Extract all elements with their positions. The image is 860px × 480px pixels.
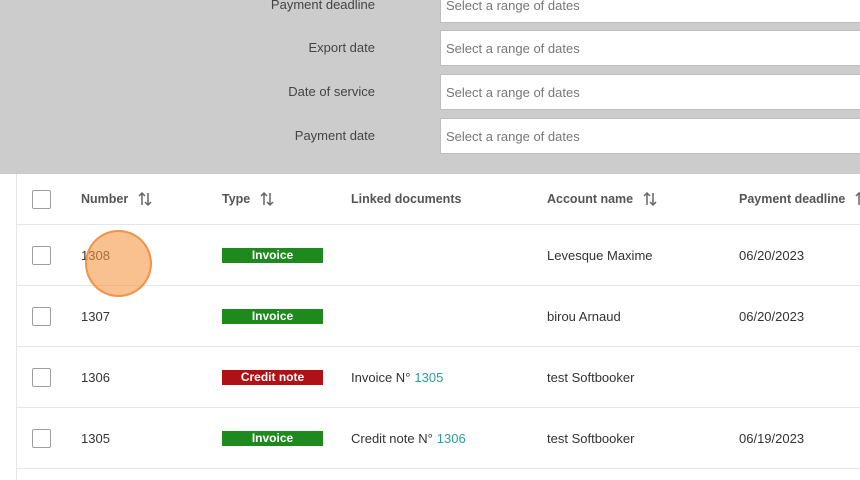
payment-deadline: 06/20/2023 — [739, 308, 805, 324]
column-header-account-label: Account name — [547, 192, 634, 206]
filter-row-payment-deadline: Payment deadline — [0, 0, 860, 23]
column-header-number[interactable]: Number — [81, 174, 152, 224]
date-of-service-range-input[interactable] — [440, 74, 860, 110]
payment-deadline: 06/20/2023 — [739, 247, 805, 263]
select-all-checkbox[interactable] — [32, 190, 51, 209]
column-header-type-label: Type — [222, 192, 251, 206]
table-row[interactable]: 1308 Invoice Levesque Maxime 06/20/2023 — [17, 225, 860, 286]
account-name: Levesque Maxime — [547, 247, 653, 263]
table-row[interactable]: 1307 Invoice birou Arnaud 06/20/2023 — [17, 286, 860, 347]
sort-arrows-icon[interactable] — [138, 191, 152, 207]
column-header-payment-deadline[interactable]: Payment deadline — [739, 174, 860, 224]
account-name: test Softbooker — [547, 369, 635, 385]
row-checkbox[interactable] — [32, 368, 51, 387]
linked-document-prefix: Credit note N° — [351, 430, 433, 446]
export-date-range-input[interactable] — [440, 30, 860, 66]
column-header-deadline-label: Payment deadline — [739, 192, 846, 206]
column-header-linked-documents: Linked documents — [351, 174, 461, 224]
row-checkbox[interactable] — [32, 429, 51, 448]
account-name: test Softbooker — [547, 430, 635, 446]
invoices-table: Number Type Linked documents Account nam… — [16, 174, 860, 480]
invoice-number: 1306 — [81, 369, 110, 385]
column-header-number-label: Number — [81, 192, 129, 206]
sort-arrows-icon[interactable] — [260, 191, 274, 207]
type-badge: Invoice — [222, 430, 323, 446]
filter-row-export-date: Export date — [0, 30, 860, 66]
sort-arrows-icon[interactable] — [643, 191, 657, 207]
payment-deadline: 06/19/2023 — [739, 430, 805, 446]
filter-label-payment-date: Payment date — [294, 128, 375, 143]
linked-document-link[interactable]: 1306 — [437, 431, 466, 446]
column-header-type[interactable]: Type — [222, 174, 274, 224]
invoice-number: 1305 — [81, 430, 110, 446]
filter-label-date-of-service: Date of service — [288, 84, 375, 99]
payment-date-range-input[interactable] — [440, 118, 860, 154]
filter-label-payment-deadline: Payment deadline — [270, 0, 375, 12]
type-cell: Invoice — [222, 408, 323, 468]
type-badge: Invoice — [222, 247, 323, 263]
type-badge: Credit note — [222, 369, 323, 385]
table-header-row: Number Type Linked documents Account nam… — [17, 174, 860, 225]
type-cell: Invoice — [222, 225, 323, 285]
linked-documents: Credit note N° 1306 — [351, 408, 466, 468]
type-cell: Invoice — [222, 286, 323, 346]
linked-document-prefix: Invoice N° — [351, 369, 411, 385]
invoice-number: 1307 — [81, 308, 110, 324]
invoice-number: 1308 — [81, 247, 110, 263]
type-badge: Invoice — [222, 308, 323, 324]
row-checkbox[interactable] — [32, 246, 51, 265]
table-row[interactable]: 1306 Credit note Invoice N° 1305 test So… — [17, 347, 860, 408]
account-name: birou Arnaud — [547, 308, 621, 324]
type-cell: Credit note — [222, 347, 323, 407]
sort-arrows-icon[interactable] — [855, 191, 860, 207]
filter-row-date-of-service: Date of service — [0, 74, 860, 110]
row-checkbox[interactable] — [32, 307, 51, 326]
filter-row-payment-date: Payment date — [0, 118, 860, 154]
table-row[interactable]: 1305 Invoice Credit note N° 1306 test So… — [17, 408, 860, 469]
payment-deadline-date-range-input[interactable] — [440, 0, 860, 23]
filter-label-export-date: Export date — [308, 40, 376, 55]
linked-document-link[interactable]: 1305 — [414, 370, 443, 385]
column-header-account-name[interactable]: Account name — [547, 174, 657, 224]
linked-documents: Invoice N° 1305 — [351, 347, 443, 407]
column-header-linked-label: Linked documents — [351, 192, 462, 206]
filter-panel: Payment deadline Export date Date of ser… — [0, 0, 860, 174]
